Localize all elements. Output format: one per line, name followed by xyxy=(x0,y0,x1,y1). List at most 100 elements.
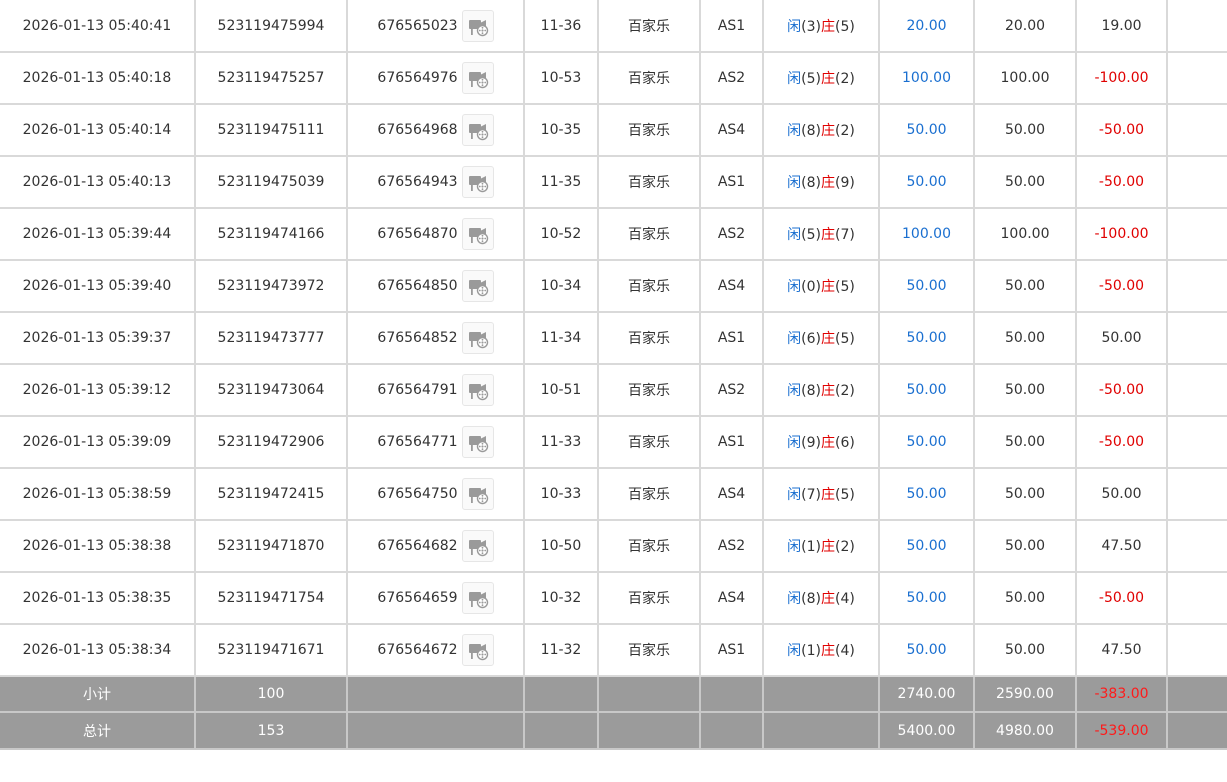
round-inner: 676564850 xyxy=(377,270,494,302)
bet-time: 2026-01-13 05:38:34 xyxy=(0,623,196,677)
round-id: 676565023 xyxy=(377,17,458,34)
video-replay-icon[interactable] xyxy=(461,218,494,250)
player-label: 闲 xyxy=(787,227,802,243)
player-score: (1) xyxy=(801,539,821,555)
round-inner: 676564791 xyxy=(377,374,494,406)
banker-score: (5) xyxy=(835,18,855,35)
video-replay-icon[interactable] xyxy=(461,582,494,614)
shoe-hand: 10-33 xyxy=(523,467,599,521)
subtotal-empty-cell xyxy=(762,675,880,713)
video-replay-icon[interactable] xyxy=(461,9,494,42)
table-code: AS4 xyxy=(699,571,764,625)
table-row: 2026-01-13 05:38:38 523119471870 676564682… xyxy=(0,519,1227,573)
round-cell: 676564659 xyxy=(346,571,525,625)
banker-score: (9) xyxy=(835,175,855,191)
game-type: 百家乐 xyxy=(597,207,701,261)
banker-label: 庄 xyxy=(821,539,835,555)
empty-cell xyxy=(1166,207,1227,261)
bet-id: 523119475257 xyxy=(194,51,348,105)
empty-cell xyxy=(1166,363,1227,417)
subtotal-empty-cell xyxy=(523,675,599,713)
player-score: (8) xyxy=(801,383,821,399)
round-inner: 676564976 xyxy=(377,62,494,94)
table-row: 2026-01-13 05:39:37 523119473777 676564852… xyxy=(0,311,1227,365)
game-type: 百家乐 xyxy=(597,259,701,313)
subtotal-count: 100 xyxy=(194,675,348,713)
total-row: 总计 153 5400.00 4980.00 -539.00 xyxy=(0,711,1227,750)
banker-score: (2) xyxy=(835,71,855,87)
table-row: 2026-01-13 05:39:09 523119472906 676564771… xyxy=(0,415,1227,469)
player-score: (7) xyxy=(801,487,821,503)
video-replay-icon[interactable] xyxy=(461,426,494,458)
banker-label: 庄 xyxy=(821,71,835,87)
player-label: 闲 xyxy=(787,539,802,555)
video-replay-icon[interactable] xyxy=(461,62,494,94)
player-label: 闲 xyxy=(787,279,802,295)
bet-id: 523119471870 xyxy=(194,519,348,573)
banker-label: 庄 xyxy=(821,487,835,503)
video-replay-icon[interactable] xyxy=(461,634,494,666)
video-replay-icon[interactable] xyxy=(461,478,494,510)
bet-amount: 50.00 xyxy=(878,415,975,469)
banker-score: (6) xyxy=(835,435,855,451)
result-cell: 闲(5)庄(7) xyxy=(762,207,880,261)
round-inner: 676564870 xyxy=(377,218,494,250)
round-id: 676564968 xyxy=(377,122,458,138)
bet-id: 523119473972 xyxy=(194,259,348,313)
round-cell: 676564870 xyxy=(346,207,525,261)
game-type: 百家乐 xyxy=(597,0,701,53)
win-loss-amount: 50.00 xyxy=(1075,311,1168,365)
video-replay-icon[interactable] xyxy=(461,322,494,354)
result-cell: 闲(6)庄(5) xyxy=(762,311,880,365)
result-cell: 闲(9)庄(6) xyxy=(762,415,880,469)
shoe-hand: 10-50 xyxy=(523,519,599,573)
table-code: AS1 xyxy=(699,311,764,365)
table-code: AS2 xyxy=(699,363,764,417)
bet-amount: 50.00 xyxy=(878,467,975,521)
valid-amount: 50.00 xyxy=(973,519,1077,573)
subtotal-empty-cell xyxy=(1166,675,1227,713)
table-code: AS2 xyxy=(699,519,764,573)
bet-id: 523119472415 xyxy=(194,467,348,521)
video-replay-icon[interactable] xyxy=(461,530,494,562)
table-row: 2026-01-13 05:40:18 523119475257 676564976… xyxy=(0,51,1227,105)
bet-time: 2026-01-13 05:38:35 xyxy=(0,571,196,625)
valid-amount: 100.00 xyxy=(973,51,1077,105)
game-type: 百家乐 xyxy=(597,415,701,469)
shoe-hand: 10-35 xyxy=(523,103,599,157)
round-id: 676564852 xyxy=(377,330,458,346)
round-id: 676564850 xyxy=(377,278,458,294)
banker-score: (7) xyxy=(835,227,855,243)
bet-id: 523119473777 xyxy=(194,311,348,365)
player-label: 闲 xyxy=(787,331,802,347)
win-loss-amount: -50.00 xyxy=(1075,415,1168,469)
video-replay-icon[interactable] xyxy=(461,166,494,198)
bet-time: 2026-01-13 05:40:18 xyxy=(0,51,196,105)
banker-label: 庄 xyxy=(821,123,835,139)
subtotal-valid-amount: 2590.00 xyxy=(973,675,1077,713)
result-cell: 闲(1)庄(2) xyxy=(762,519,880,573)
round-inner: 676564750 xyxy=(377,478,494,510)
video-replay-icon[interactable] xyxy=(461,374,494,406)
video-replay-icon[interactable] xyxy=(461,270,494,302)
bet-id: 523119474166 xyxy=(194,207,348,261)
round-cell: 676564750 xyxy=(346,467,525,521)
video-replay-icon[interactable] xyxy=(461,114,494,146)
total-valid-amount: 4980.00 xyxy=(973,711,1077,750)
result-cell: 闲(8)庄(9) xyxy=(762,155,880,209)
round-id: 676564943 xyxy=(377,174,458,190)
shoe-hand: 10-52 xyxy=(523,207,599,261)
result-cell: 闲(8)庄(2) xyxy=(762,363,880,417)
round-id: 676564672 xyxy=(377,642,458,658)
table-row: 2026-01-13 05:40:13 523119475039 676564943… xyxy=(0,155,1227,209)
bet-amount: 100.00 xyxy=(878,51,975,105)
banker-label: 庄 xyxy=(821,591,835,607)
empty-cell xyxy=(1166,415,1227,469)
empty-cell xyxy=(1166,519,1227,573)
win-loss-amount: -50.00 xyxy=(1075,155,1168,209)
game-type: 百家乐 xyxy=(597,623,701,677)
round-cell: 676564943 xyxy=(346,155,525,209)
total-empty-cell xyxy=(523,711,599,750)
player-label: 闲 xyxy=(787,71,802,87)
total-empty-cell xyxy=(699,711,764,750)
